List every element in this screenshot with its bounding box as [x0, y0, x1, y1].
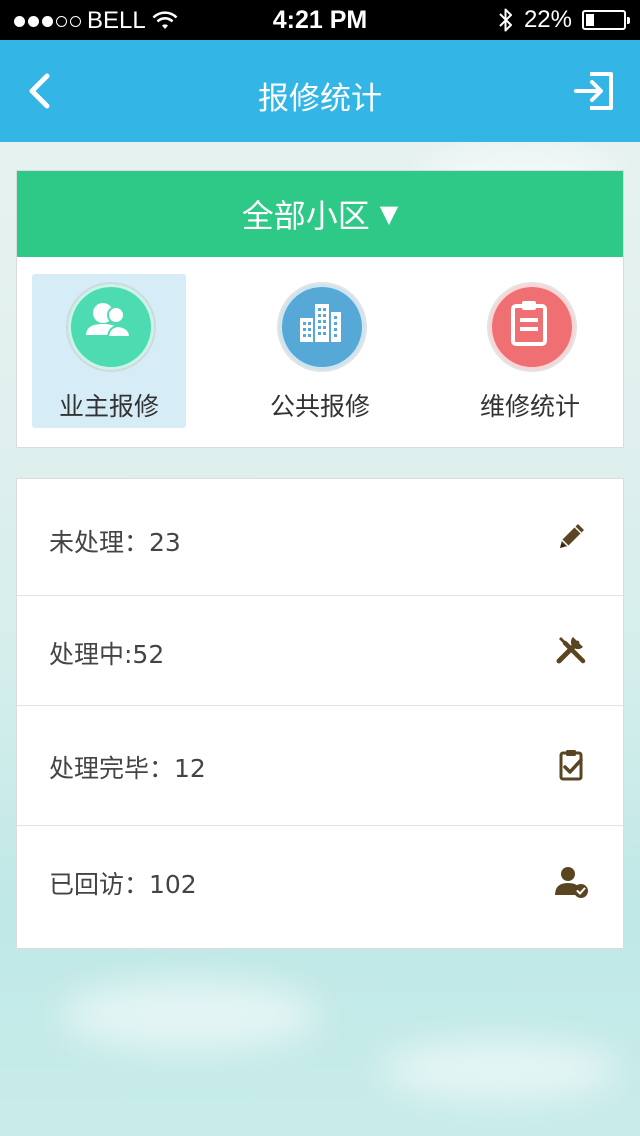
stat-label: 已回访：102 [49, 870, 197, 899]
stat-row-unprocessed[interactable]: 未处理：23 [17, 479, 623, 596]
stat-label: 未处理：23 [49, 528, 181, 557]
status-right: 22% [498, 6, 630, 34]
nav-bar: 报修统计 [0, 40, 640, 142]
battery-icon [582, 10, 630, 30]
tools-icon [556, 637, 586, 664]
stat-row-processing[interactable]: 处理中:52 [17, 595, 623, 706]
page-title: 报修统计 [258, 81, 382, 117]
exit-icon [574, 72, 613, 110]
user-check-icon [555, 867, 588, 898]
pencil-icon [560, 524, 584, 548]
exit-button[interactable] [572, 68, 618, 114]
bluetooth-icon [499, 8, 512, 32]
stat-row-completed[interactable]: 处理完毕：12 [17, 705, 623, 826]
category-label: 公共报修 [269, 392, 370, 421]
community-card: 全部小区 ▼ 业主报修 公共报修 维修统计 [16, 170, 624, 448]
category-label: 维修统计 [479, 392, 580, 421]
category-label: 业主报修 [58, 392, 159, 421]
stat-label: 处理中:52 [49, 640, 165, 669]
community-label: 全部小区 [241, 197, 370, 235]
stats-card: 未处理：23 处理中:52 处理完毕：12 已回访：102 [16, 478, 624, 949]
building-icon [279, 284, 365, 370]
category-public-repair[interactable]: 公共报修 [243, 274, 397, 428]
stat-label: 处理完毕：12 [49, 754, 206, 783]
background-cloud [380, 1040, 620, 1100]
clipboard-icon [489, 284, 575, 370]
community-selector[interactable]: 全部小区 ▼ [17, 171, 623, 257]
clipboard-check-icon [559, 750, 583, 781]
status-bar: BELL 4:21 PM 22% [0, 0, 640, 40]
category-owner-repair[interactable]: 业主报修 [32, 274, 186, 428]
dropdown-arrow-icon: ▼ [379, 200, 399, 228]
battery-percent: 22% [523, 6, 572, 33]
background-cloud [60, 980, 320, 1050]
users-icon [68, 284, 154, 370]
category-repair-stats[interactable]: 维修统计 [453, 274, 607, 428]
stat-row-revisited[interactable]: 已回访：102 [17, 825, 623, 948]
